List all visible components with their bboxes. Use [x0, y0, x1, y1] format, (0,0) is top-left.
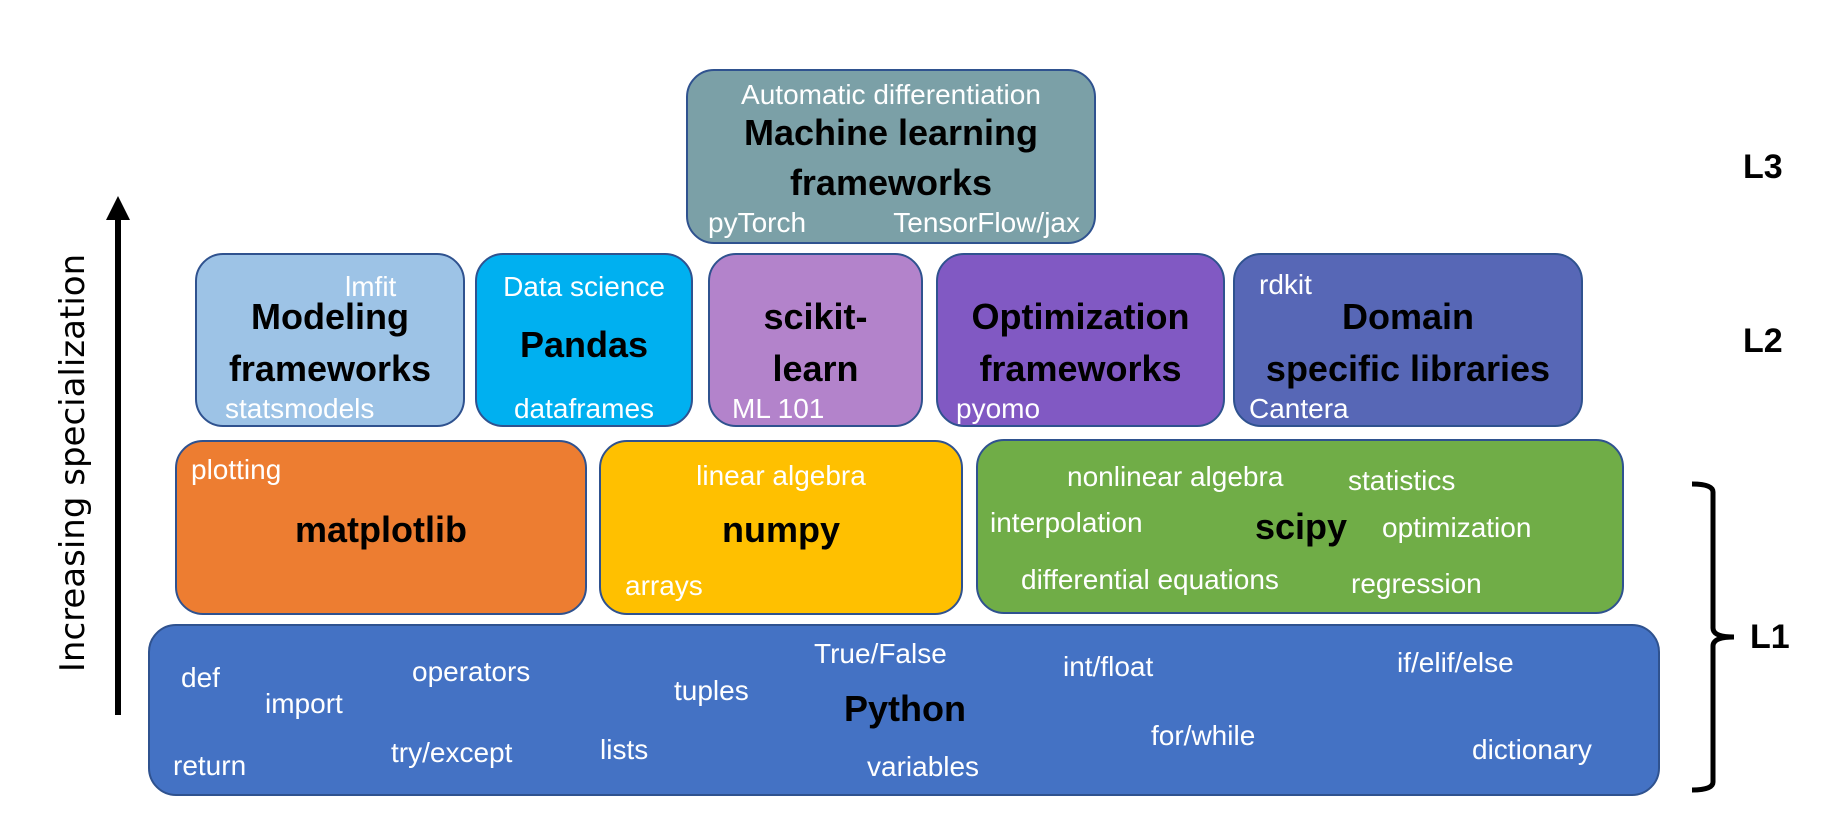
numpy-bottom-label: arrays: [625, 570, 703, 601]
sklearn-title-line2: learn: [772, 348, 859, 389]
specialization-arrow: [115, 215, 121, 715]
sklearn-bottom-label: ML 101: [732, 393, 825, 424]
ml-title-line1: Machine learning: [743, 112, 1039, 153]
python-keyword: try/except: [391, 737, 513, 768]
level-label-l3: L3: [1743, 148, 1783, 186]
python-keyword: operators: [412, 656, 531, 687]
sklearn-title-line1: scikit-: [763, 296, 868, 337]
python-keyword: for/while: [1151, 720, 1256, 751]
domain-title-line2: specific libraries: [1265, 348, 1551, 389]
scipy-keyword: differential equations: [1021, 564, 1279, 595]
modeling-frameworks-box: lmfit Modeling frameworks statsmodels: [195, 253, 465, 427]
matplotlib-box: plotting matplotlib: [175, 440, 587, 615]
ml-bottom-right-label: TensorFlow/jax: [893, 207, 1080, 238]
domain-specific-libraries-box: rdkit Domain specific libraries Cantera: [1233, 253, 1583, 427]
modeling-bottom-label: statsmodels: [225, 393, 375, 424]
python-keyword: def: [181, 662, 220, 693]
domain-title-line1: Domain: [1341, 296, 1474, 337]
arrow-head-icon: [106, 196, 130, 220]
matplotlib-title: matplotlib: [295, 509, 467, 550]
scipy-keyword: nonlinear algebra: [1067, 461, 1284, 492]
scipy-title: scipy: [1255, 506, 1348, 547]
l1-bracket: [1691, 481, 1735, 793]
python-keyword: variables: [867, 751, 980, 782]
modeling-title-line2: frameworks: [228, 348, 432, 389]
python-title: Python: [844, 688, 966, 729]
python-box: def import operators tuples True/False P…: [148, 624, 1660, 796]
pandas-title: Pandas: [519, 324, 649, 365]
python-keyword: import: [265, 688, 343, 719]
python-keyword: return: [173, 750, 247, 781]
matplotlib-top-label: plotting: [191, 454, 282, 485]
level-label-l1: L1: [1750, 618, 1790, 656]
numpy-title: numpy: [721, 509, 840, 550]
pandas-box: Data science Pandas dataframes: [475, 253, 693, 427]
pandas-top-label: Data science: [503, 271, 665, 302]
python-keyword: True/False: [814, 638, 947, 669]
numpy-box: linear algebra numpy arrays: [599, 440, 963, 615]
optimization-bottom-label: pyomo: [956, 393, 1041, 424]
scipy-keyword: statistics: [1348, 465, 1456, 496]
pandas-bottom-label: dataframes: [513, 393, 655, 424]
scipy-keyword: optimization: [1382, 512, 1532, 543]
ml-top-label: Automatic differentiation: [741, 79, 1041, 110]
scikit-learn-box: scikit- learn ML 101: [708, 253, 923, 427]
scipy-box: nonlinear algebra statistics interpolati…: [976, 439, 1624, 614]
ml-title-line2: frameworks: [789, 162, 993, 203]
axis-label: Increasing specialization: [53, 253, 93, 673]
python-keyword: lists: [600, 734, 649, 765]
python-keyword: tuples: [674, 675, 749, 706]
scipy-keyword: regression: [1351, 568, 1482, 599]
ml-frameworks-box: Automatic differentiation Machine learni…: [686, 69, 1096, 244]
python-keyword: int/float: [1063, 651, 1154, 682]
domain-top-label: rdkit: [1259, 269, 1312, 300]
scipy-keyword: interpolation: [990, 507, 1143, 538]
optimization-frameworks-box: Optimization frameworks pyomo: [936, 253, 1225, 427]
optimization-title-line2: frameworks: [979, 348, 1182, 389]
python-keyword: dictionary: [1472, 734, 1592, 765]
domain-bottom-label: Cantera: [1249, 393, 1349, 424]
modeling-title-line1: Modeling: [251, 296, 409, 337]
optimization-title-line1: Optimization: [971, 296, 1190, 337]
python-keyword: if/elif/else: [1397, 647, 1514, 678]
level-label-l2: L2: [1743, 322, 1783, 360]
numpy-top-label: linear algebra: [696, 460, 866, 491]
ml-bottom-left-label: pyTorch: [708, 207, 807, 238]
